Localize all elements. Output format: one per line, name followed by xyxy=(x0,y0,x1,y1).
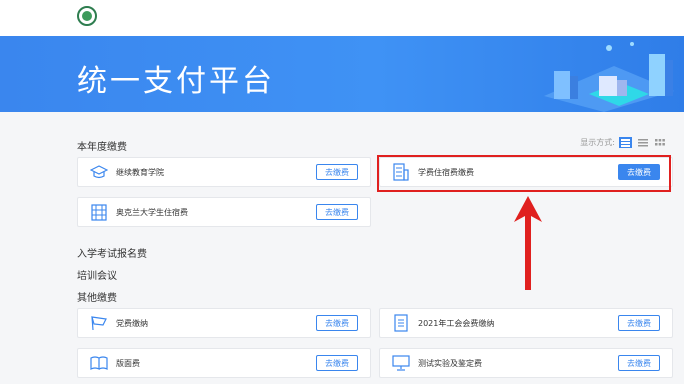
pay-button[interactable]: 去缴费 xyxy=(618,315,660,331)
school-emblem-icon[interactable] xyxy=(77,6,97,26)
banner-title: 统一支付平台 xyxy=(77,64,275,99)
payment-card[interactable]: 继续教育学院 去缴费 xyxy=(77,157,371,187)
book-icon xyxy=(90,354,108,372)
card-name: 奥克兰大学生住宿费 xyxy=(116,207,188,217)
card-name: 党费缴纳 xyxy=(116,318,148,328)
list-view-icon[interactable] xyxy=(619,137,632,148)
grid-view-icon[interactable] xyxy=(653,137,666,148)
section-current-year: 本年度缴费 xyxy=(77,142,127,153)
card-name: 版面费 xyxy=(116,358,140,368)
payment-card[interactable]: 版面费 去缴费 xyxy=(77,348,371,378)
pay-button[interactable]: 去缴费 xyxy=(316,355,358,371)
pay-button[interactable]: 去缴费 xyxy=(618,355,660,371)
section-entrance-exam[interactable]: 入学考试报名费 xyxy=(77,245,147,260)
graduation-cap-icon xyxy=(90,163,108,181)
payment-card[interactable]: 2021年工会会费缴纳 去缴费 xyxy=(379,308,673,338)
section-other: 其他缴费 xyxy=(77,293,117,304)
payment-card[interactable]: 测试实验及鉴定费 去缴费 xyxy=(379,348,673,378)
card-name: 继续教育学院 xyxy=(116,167,164,177)
monitor-icon xyxy=(392,354,410,372)
pay-button[interactable]: 去缴费 xyxy=(316,204,358,220)
pay-button[interactable]: 去缴费 xyxy=(316,315,358,331)
payment-card[interactable]: 奥克兰大学生住宿费 去缴费 xyxy=(77,197,371,227)
compact-list-icon[interactable] xyxy=(636,137,649,148)
card-name: 测试实验及鉴定费 xyxy=(418,358,482,368)
document-icon xyxy=(392,314,410,332)
apartment-icon xyxy=(90,203,108,221)
card-name: 2021年工会会费缴纳 xyxy=(418,318,495,328)
section-training[interactable]: 培训会议 xyxy=(77,267,117,282)
flag-icon xyxy=(90,314,108,332)
top-bar xyxy=(0,0,684,36)
banner: 统一支付平台 xyxy=(0,36,684,112)
view-mode-switch: 显示方式: xyxy=(580,137,666,148)
pay-button[interactable]: 去缴费 xyxy=(316,164,358,180)
view-mode-label: 显示方式: xyxy=(580,138,615,147)
highlight-box xyxy=(377,155,671,192)
platform-illustration-icon xyxy=(544,42,674,112)
payment-card[interactable]: 党费缴纳 去缴费 xyxy=(77,308,371,338)
annotation-arrow-icon xyxy=(514,196,542,290)
